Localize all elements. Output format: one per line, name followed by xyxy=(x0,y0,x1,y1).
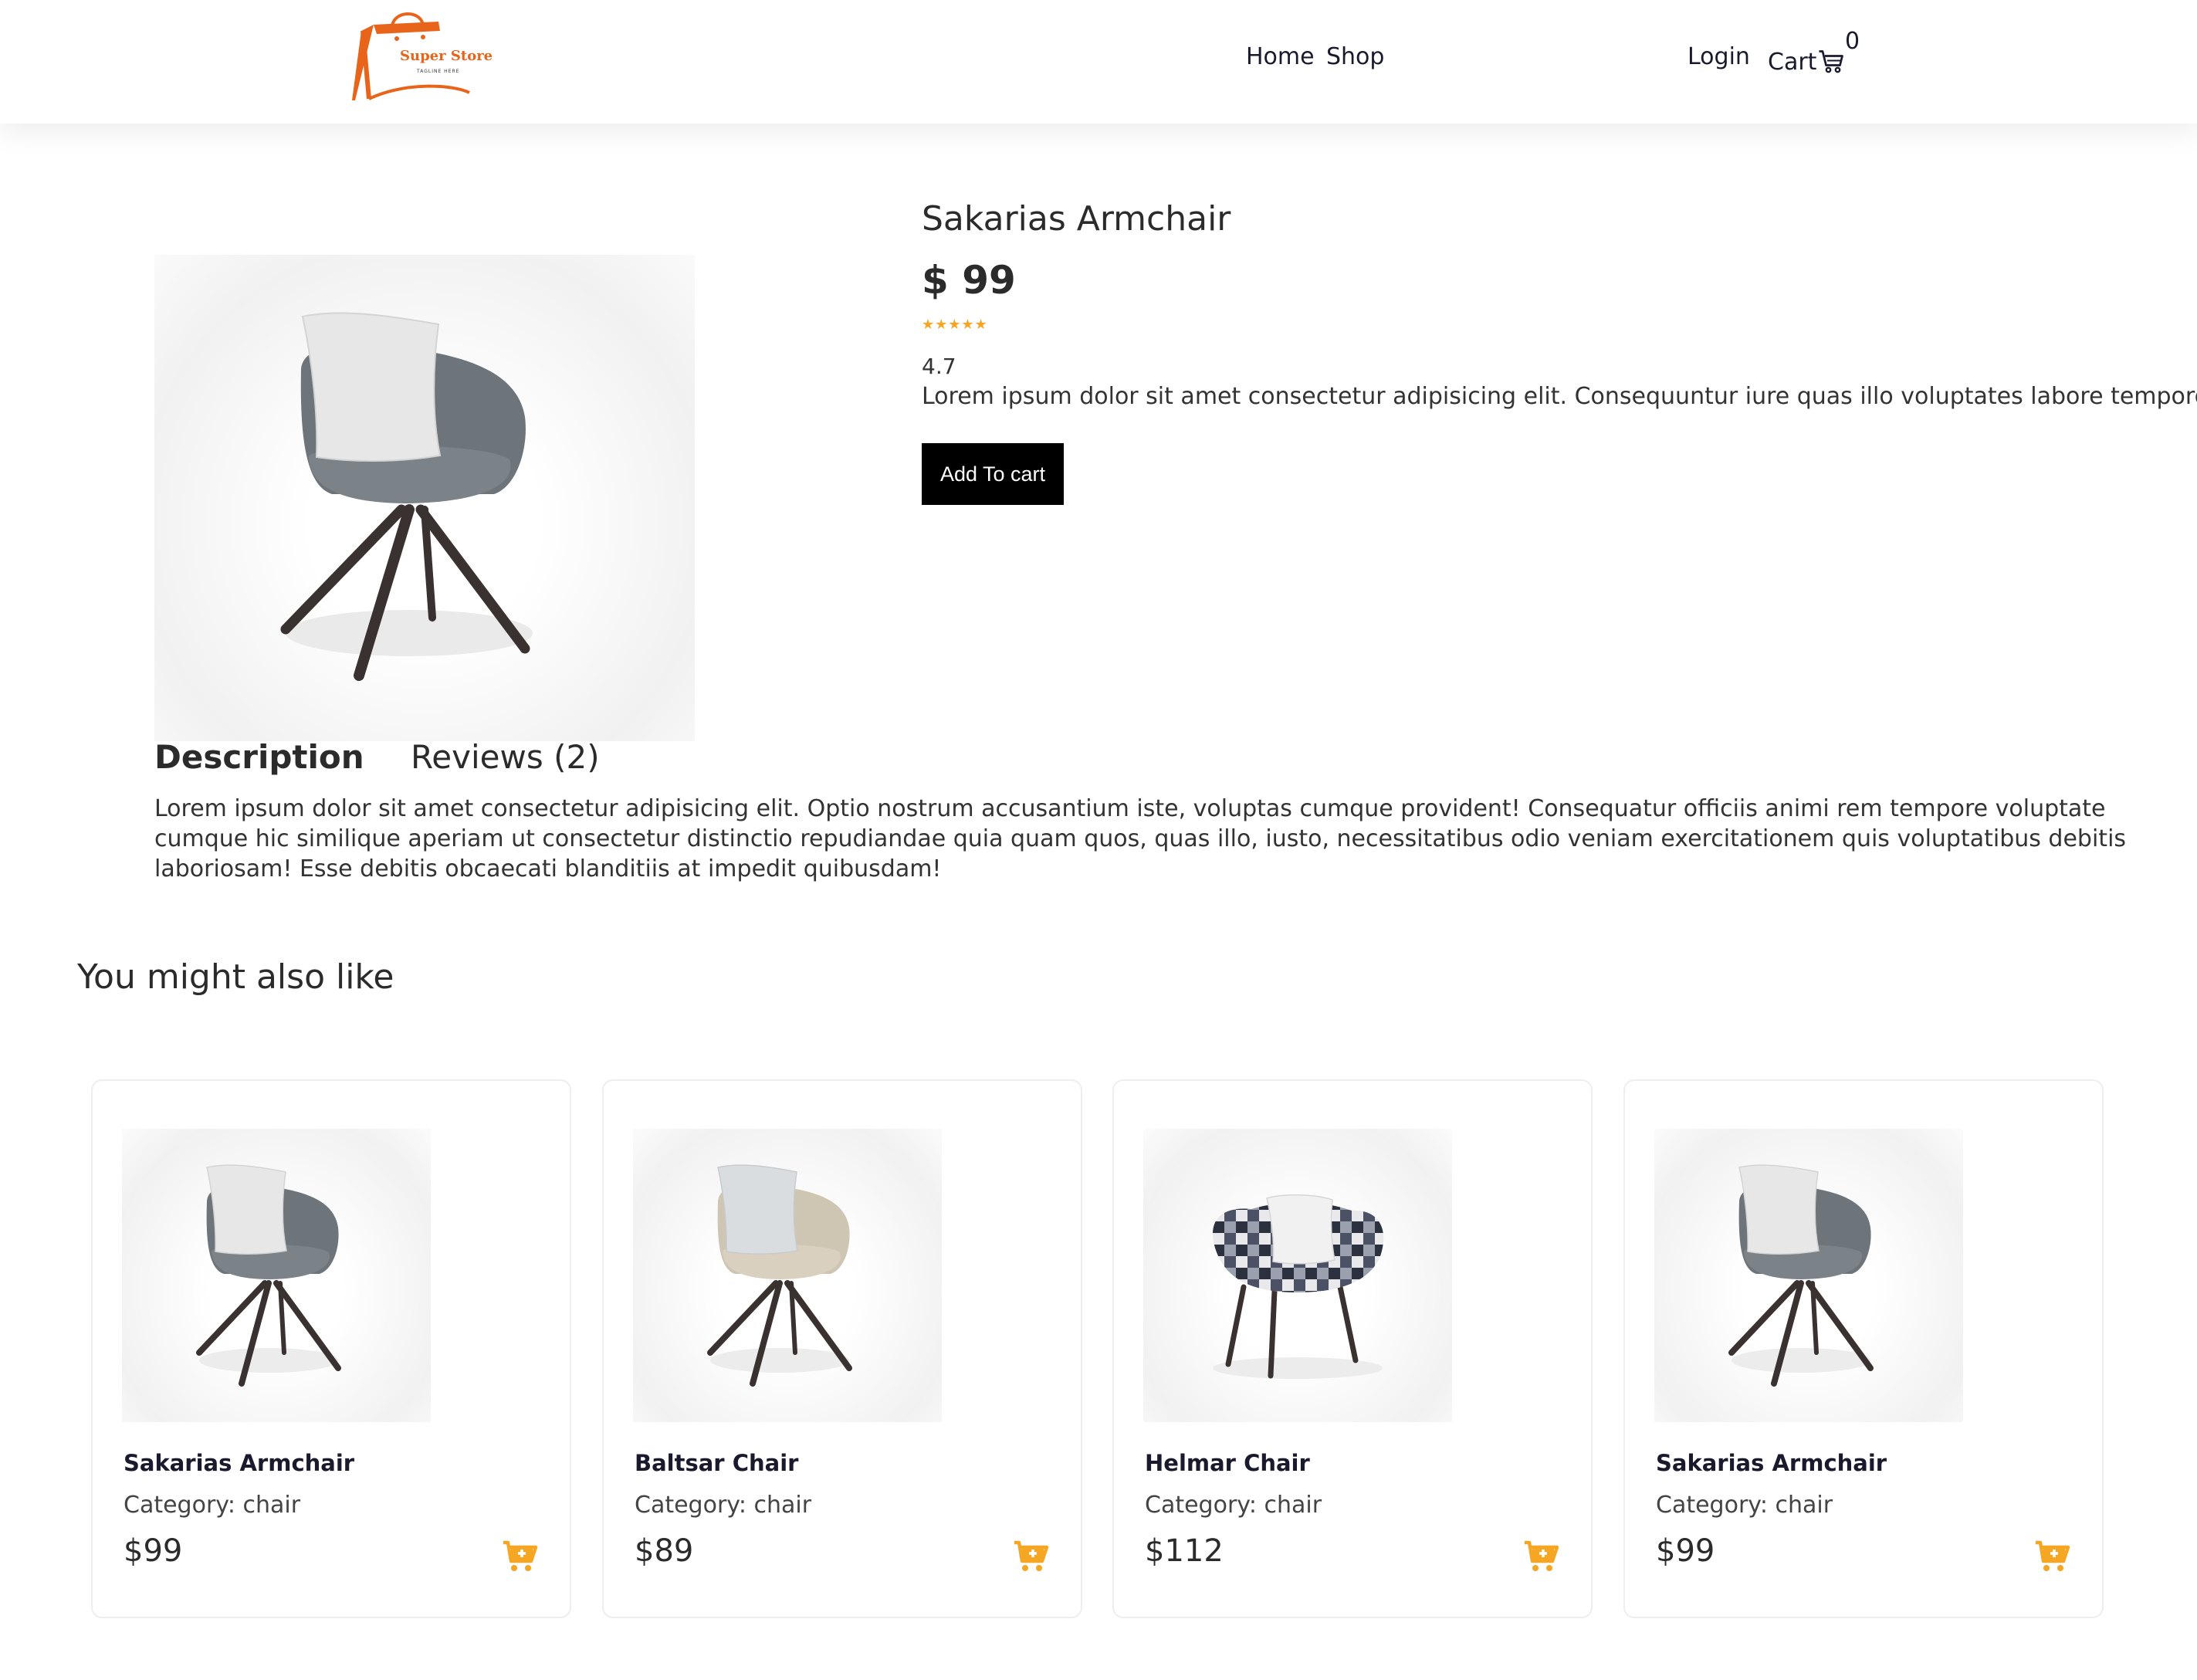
svg-text:TAGLINE HERE: TAGLINE HERE xyxy=(416,69,459,74)
cart-icon xyxy=(1819,50,1844,73)
nav-login-link[interactable]: Login xyxy=(1688,43,1750,80)
armchair-gray-illustration xyxy=(196,1164,341,1387)
nav-cart-label: Cart xyxy=(1768,48,1817,76)
product-card[interactable]: Sakarias Armchair Category: chair $99 xyxy=(1623,1079,2104,1618)
cart-count-badge: 0 xyxy=(1845,28,1860,55)
shopping-bag-logo-icon: Super Store TAGLINE HERE xyxy=(352,12,493,100)
store-logo[interactable]: Super Store TAGLINE HERE xyxy=(346,8,500,108)
add-to-cart-icon[interactable] xyxy=(1013,1538,1050,1575)
svg-text:Super Store: Super Store xyxy=(400,48,493,64)
product-short-description: Lorem ipsum dolor sit amet consectetur a… xyxy=(922,383,2197,410)
product-card-category: Category: chair xyxy=(1145,1492,1322,1519)
product-card-name: Sakarias Armchair xyxy=(1656,1450,1887,1476)
add-to-cart-icon[interactable] xyxy=(1523,1538,1560,1575)
product-card-image xyxy=(122,1129,431,1422)
nav-shop-link[interactable]: Shop xyxy=(1326,43,1384,80)
product-card-price: $112 xyxy=(1145,1533,1224,1569)
product-card-image xyxy=(633,1129,942,1422)
tab-reviews[interactable]: Reviews (2) xyxy=(411,738,600,776)
nav-cart-link[interactable]: Cart xyxy=(1768,43,1846,80)
site-header: Super Store TAGLINE HERE Home Shop Login… xyxy=(0,0,2197,124)
add-to-cart-button[interactable]: Add To cart xyxy=(922,443,1064,505)
product-card-category: Category: chair xyxy=(1656,1492,1833,1519)
add-to-cart-icon[interactable] xyxy=(502,1538,539,1575)
product-card-image xyxy=(1654,1129,1963,1422)
product-card[interactable]: Baltsar Chair Category: chair $89 xyxy=(602,1079,1082,1618)
armchair-gray-illustration xyxy=(1728,1164,1874,1387)
product-card-category: Category: chair xyxy=(124,1492,301,1519)
armchair-plaid-illustration xyxy=(1213,1194,1384,1379)
add-to-cart-icon[interactable] xyxy=(2034,1538,2071,1575)
product-card-price: $89 xyxy=(635,1533,694,1569)
related-section-title: You might also like xyxy=(77,957,394,997)
product-title: Sakarias Armchair xyxy=(922,199,1231,239)
product-card-price: $99 xyxy=(1656,1533,1715,1569)
rating-stars: ★★★★★ xyxy=(922,317,988,333)
product-card-image xyxy=(1143,1129,1452,1422)
rating-value: 4.7 xyxy=(922,354,956,379)
tab-description[interactable]: Description xyxy=(154,738,364,776)
description-text: Lorem ipsum dolor sit amet consectetur a… xyxy=(154,795,2127,882)
product-card-name: Baltsar Chair xyxy=(635,1450,799,1476)
product-card-price: $99 xyxy=(124,1533,183,1569)
product-card-name: Sakarias Armchair xyxy=(124,1450,355,1476)
armchair-illustration xyxy=(280,312,533,681)
product-card[interactable]: Sakarias Armchair Category: chair $99 xyxy=(91,1079,571,1618)
nav-home-link[interactable]: Home xyxy=(1246,43,1315,80)
armchair-beige-illustration xyxy=(707,1164,852,1387)
product-card-category: Category: chair xyxy=(635,1492,812,1519)
product-image xyxy=(154,255,695,741)
product-card-name: Helmar Chair xyxy=(1145,1450,1310,1476)
product-price: $ 99 xyxy=(922,258,1016,303)
product-card[interactable]: Helmar Chair Category: chair $112 xyxy=(1112,1079,1593,1618)
